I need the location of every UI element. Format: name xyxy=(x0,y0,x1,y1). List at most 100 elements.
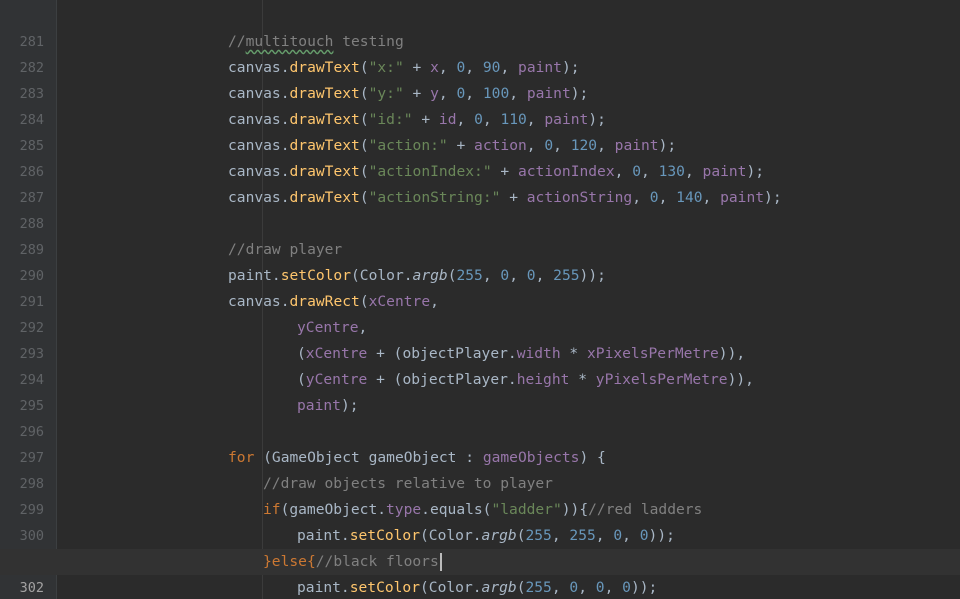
token-static-method: argb xyxy=(481,527,517,544)
token-punct: ) { xyxy=(579,449,606,466)
code-line[interactable]: 287 canvas.drawText("actionIndex:" + act… xyxy=(0,159,960,206)
token-punct: , xyxy=(684,163,703,180)
token-punct: , xyxy=(438,85,457,102)
code-text[interactable]: paint); xyxy=(297,393,359,419)
token-param: x xyxy=(430,59,439,76)
token-punct: ( xyxy=(297,371,306,388)
code-line[interactable]: 297 xyxy=(0,419,960,466)
code-text[interactable]: //multitouch testing xyxy=(228,29,404,55)
code-line[interactable]: 293 yCentre, xyxy=(0,315,960,362)
token-punct: , xyxy=(482,267,501,284)
code-text[interactable]: canvas.drawText("id:" + id, 0, 110, pain… xyxy=(228,107,606,133)
code-editor[interactable]: 281 282 //multitouch testing 283 canvas.… xyxy=(0,0,960,599)
code-line[interactable]: 294 (xCentre + (objectPlayer.width * xPi… xyxy=(0,341,960,388)
token-param: paint xyxy=(702,163,747,180)
code-text[interactable]: canvas.drawText("y:" + y, 0, 100, paint)… xyxy=(228,81,588,107)
token-number: 0 xyxy=(526,267,536,284)
code-line[interactable]: 303 paint.setColor(Color.argb(255, 0, 0,… xyxy=(0,575,960,599)
token-punct: , xyxy=(526,137,545,154)
token-punct: .equals( xyxy=(421,501,492,518)
token-object: canvas. xyxy=(228,189,290,206)
text-caret xyxy=(439,553,442,571)
token-object: canvas. xyxy=(228,59,290,76)
code-line[interactable]: 289 xyxy=(0,211,960,258)
code-line[interactable]: 288 canvas.drawText("actionString:" + ac… xyxy=(0,185,960,232)
token-object: canvas. xyxy=(228,137,290,154)
code-text[interactable]: (xCentre + (objectPlayer.width * xPixels… xyxy=(297,341,745,367)
token-field: type xyxy=(386,501,422,518)
token-punct: } xyxy=(263,553,272,570)
token-punct: ( xyxy=(359,85,369,102)
token-punct: ( xyxy=(359,293,369,310)
code-line[interactable]: 292 canvas.drawRect(xCentre, xyxy=(0,289,960,336)
code-line[interactable]: 298 for (GameObject gameObject : gameObj… xyxy=(0,445,960,492)
token-param: paint xyxy=(720,189,765,206)
code-text[interactable]: }else{//black floors xyxy=(263,549,442,575)
token-param: y xyxy=(430,85,439,102)
token-object: canvas. xyxy=(228,111,290,128)
code-line[interactable]: 296 paint); xyxy=(0,393,960,440)
token-string: "x:" xyxy=(368,59,404,76)
token-param: yPixelsPerMetre xyxy=(595,371,728,388)
token-param: paint xyxy=(544,111,589,128)
code-line[interactable]: 291 paint.setColor(Color.argb(255, 0, 0,… xyxy=(0,263,960,310)
token-string: "actionIndex:" xyxy=(368,163,492,180)
token-number: 0 xyxy=(569,579,579,596)
token-punct: (Color. xyxy=(351,267,413,284)
token-field: width xyxy=(516,345,561,362)
token-operator: + xyxy=(403,59,431,76)
code-text[interactable]: canvas.drawText("x:" + x, 0, 90, paint); xyxy=(228,55,580,81)
code-text[interactable]: for (GameObject gameObject : gameObjects… xyxy=(228,445,606,471)
token-punct: , xyxy=(553,137,571,154)
token-punct: , xyxy=(482,111,501,128)
token-number: 0 xyxy=(595,579,605,596)
token-object: paint. xyxy=(297,579,350,596)
code-line[interactable]: 301 paint.setColor(Color.argb(255, 255, … xyxy=(0,523,960,570)
code-text[interactable]: (yCentre + (objectPlayer.height * yPixel… xyxy=(297,367,754,393)
code-text[interactable]: paint.setColor(Color.argb(255, 255, 0, 0… xyxy=(297,523,675,549)
comment: //draw player xyxy=(228,241,343,258)
code-text[interactable]: if(gameObject.type.equals("ladder")){//r… xyxy=(263,497,702,523)
code-text[interactable]: canvas.drawRect(xCentre, xyxy=(228,289,439,315)
token-punct: )), xyxy=(727,371,754,388)
code-text[interactable]: //draw player xyxy=(228,237,342,263)
code-text[interactable]: canvas.drawText("actionIndex:" + actionI… xyxy=(228,159,764,185)
token-punct: , xyxy=(358,319,368,336)
token-operator: + ( xyxy=(367,371,403,388)
token-punct: )); xyxy=(648,527,675,544)
token-number: 255 xyxy=(553,267,580,284)
code-text[interactable]: paint.setColor(Color.argb(255, 0, 0, 255… xyxy=(228,263,606,289)
token-punct: , xyxy=(500,59,519,76)
token-number: 100 xyxy=(482,85,510,102)
token-operator: * xyxy=(560,345,587,362)
token-operator: * xyxy=(569,371,596,388)
code-text[interactable]: //draw objects relative to player xyxy=(263,471,553,497)
token-punct: ); xyxy=(340,397,359,414)
token-punct: , xyxy=(509,267,527,284)
code-text[interactable]: canvas.drawText("actionString:" + action… xyxy=(228,185,782,211)
code-line[interactable]: 295 (yCentre + (objectPlayer.height * yP… xyxy=(0,367,960,414)
token-method: setColor xyxy=(349,527,421,544)
token-punct: , xyxy=(551,579,570,596)
token-punct: (Color. xyxy=(420,579,482,596)
code-line[interactable]: 286 canvas.drawText("action:" + action, … xyxy=(0,133,960,180)
code-line[interactable]: 290 //draw player xyxy=(0,237,960,284)
token-punct: ( xyxy=(359,59,369,76)
token-punct: ( xyxy=(359,137,369,154)
code-line[interactable]: 299 //draw objects relative to player xyxy=(0,471,960,518)
token-punct: ); xyxy=(658,137,677,154)
code-line-current[interactable]: 302 }else{//black floors xyxy=(0,549,960,596)
code-line[interactable]: 283 canvas.drawText("x:" + x, 0, 90, pai… xyxy=(0,55,960,102)
token-punct: ); xyxy=(570,85,589,102)
code-line[interactable]: 285 canvas.drawText("id:" + id, 0, 110, … xyxy=(0,107,960,154)
code-line[interactable]: 284 canvas.drawText("y:" + y, 0, 100, pa… xyxy=(0,81,960,128)
code-line[interactable]: 300 if(gameObject.type.equals("ladder"))… xyxy=(0,497,960,544)
code-text[interactable]: yCentre, xyxy=(297,315,367,341)
token-number: 0 xyxy=(613,527,623,544)
code-line[interactable]: 282 //multitouch testing xyxy=(0,29,960,76)
token-param: id xyxy=(438,111,457,128)
token-string: "y:" xyxy=(368,85,404,102)
code-text[interactable]: canvas.drawText("action:" + action, 0, 1… xyxy=(228,133,676,159)
code-line[interactable]: 281 xyxy=(0,3,960,50)
code-text[interactable]: paint.setColor(Color.argb(255, 0, 0, 0))… xyxy=(297,575,657,599)
